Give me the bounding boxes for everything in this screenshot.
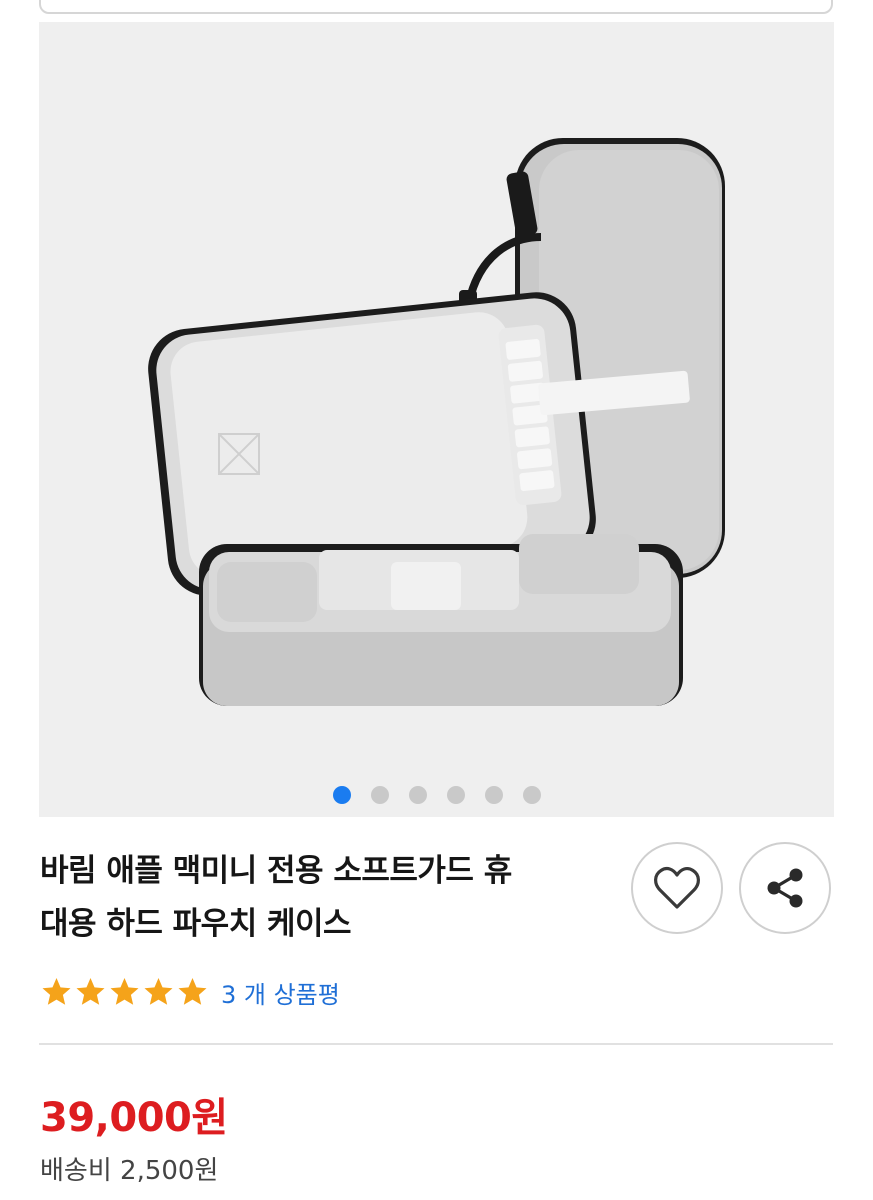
product-title-line2: 대용 하드 파우치 케이스 — [40, 906, 352, 942]
share-icon — [767, 868, 803, 908]
product-image — [148, 138, 725, 706]
carousel-dot[interactable] — [522, 786, 541, 804]
product-title-line1: 바림 애플 맥미니 전용 소프트가드 휴 — [40, 853, 512, 889]
top-card-edge — [39, 0, 833, 14]
carousel-dot[interactable] — [408, 786, 427, 804]
carousel-dot[interactable] — [484, 786, 503, 804]
carousel-dot[interactable] — [332, 786, 351, 804]
product-image-carousel[interactable] — [39, 22, 834, 817]
product-title: 바림 애플 맥미니 전용 소프트가드 휴 대용 하드 파우치 케이스 — [40, 845, 600, 951]
carousel-dot[interactable] — [446, 786, 465, 804]
rating-row: 3 개 상품평 — [40, 973, 340, 1011]
star-icon — [144, 978, 173, 1005]
star-icon — [76, 978, 105, 1005]
carousel-indicators — [39, 786, 834, 804]
product-price: 39,000원 — [40, 1095, 228, 1141]
shipping-fee: 배송비 2,500원 — [40, 1156, 219, 1186]
star-icon — [178, 978, 207, 1005]
share-button[interactable] — [739, 842, 831, 934]
review-count-link[interactable]: 3 개 상품평 — [221, 975, 340, 1010]
star-icon — [42, 978, 71, 1005]
star-icon — [110, 978, 139, 1005]
rating-stars — [40, 976, 209, 1008]
wishlist-button[interactable] — [631, 842, 723, 934]
divider — [39, 1043, 833, 1045]
carousel-dot[interactable] — [370, 786, 389, 804]
heart-icon — [654, 866, 700, 909]
